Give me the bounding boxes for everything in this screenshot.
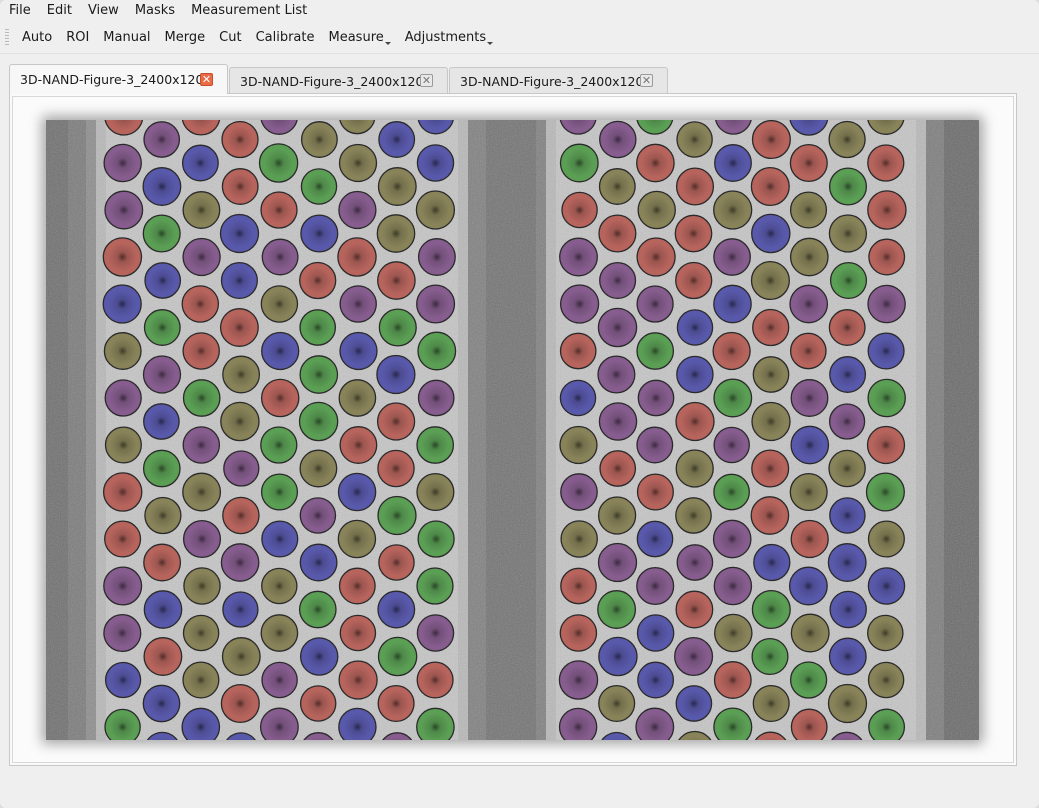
close-icon[interactable]: ✕: [420, 74, 433, 87]
menu-edit[interactable]: Edit: [38, 0, 79, 22]
toolbar: Auto ROI Manual Merge Cut Calibrate Meas…: [0, 23, 1039, 54]
adjustments-dropdown-button[interactable]: Adjustments: [398, 24, 500, 52]
manual-button[interactable]: Manual: [96, 24, 157, 52]
tab-document-2[interactable]: 3D-NAND-Figure-3_2400x1200 ✕: [229, 67, 448, 94]
app-window: File Edit View Masks Measurement List Au…: [0, 0, 1039, 808]
close-icon[interactable]: ✕: [640, 74, 653, 87]
roi-button[interactable]: ROI: [59, 24, 96, 52]
image-viewer[interactable]: [46, 120, 979, 740]
menu-file[interactable]: File: [0, 0, 38, 22]
menu-measurement-list[interactable]: Measurement List: [182, 0, 314, 22]
measure-dropdown-button[interactable]: Measure: [322, 24, 398, 52]
menu-masks[interactable]: Masks: [126, 0, 182, 22]
micrograph-image[interactable]: [46, 120, 979, 740]
tab-document-3[interactable]: 3D-NAND-Figure-3_2400x1200 ✕: [449, 67, 668, 94]
adjustments-label: Adjustments: [404, 30, 487, 45]
menu-view[interactable]: View: [79, 0, 126, 22]
close-icon[interactable]: ✕: [200, 72, 213, 86]
menubar: File Edit View Masks Measurement List: [0, 0, 1039, 22]
calibrate-button[interactable]: Calibrate: [249, 24, 322, 52]
merge-button[interactable]: Merge: [158, 24, 213, 52]
tab-document-1[interactable]: 3D-NAND-Figure-3_2400x1200 ✕: [9, 64, 228, 94]
measure-label: Measure: [328, 30, 384, 45]
document-tabs: 3D-NAND-Figure-3_2400x1200 ✕ 3D-NAND-Fig…: [9, 64, 669, 94]
toolbar-grip-icon[interactable]: [5, 29, 9, 47]
auto-button[interactable]: Auto: [15, 24, 59, 52]
tab-label: 3D-NAND-Figure-3_2400x1200: [240, 73, 432, 89]
tab-label: 3D-NAND-Figure-3_2400x1200: [460, 73, 652, 89]
cut-button[interactable]: Cut: [212, 24, 248, 52]
tab-label: 3D-NAND-Figure-3_2400x1200: [20, 72, 212, 87]
